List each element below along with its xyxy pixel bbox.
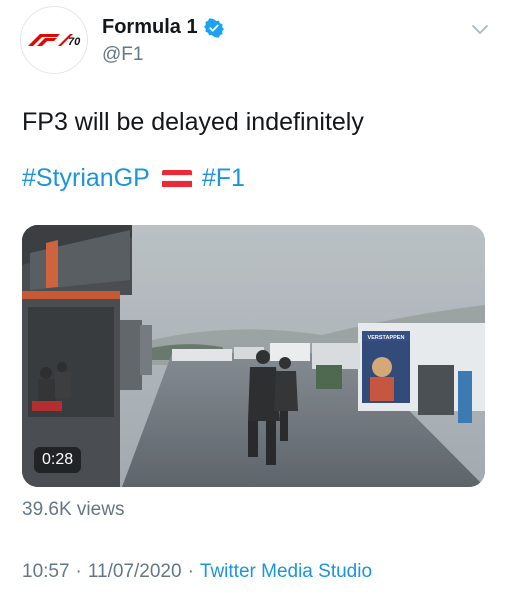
tweet-source-link[interactable]: Twitter Media Studio <box>200 561 372 583</box>
video-thumbnail: VERSTAPPEN <box>22 225 485 487</box>
author-handle[interactable]: @F1 <box>102 44 143 66</box>
tweet-text: FP3 will be delayed indefinitely <box>22 108 364 136</box>
name-row: Formula 1 <box>102 16 224 39</box>
f1-logo-icon: 70 <box>28 34 81 48</box>
separator: · <box>75 561 82 582</box>
tweet-time[interactable]: 10:57 <box>22 561 70 583</box>
video-player[interactable]: VERSTAPPEN 0:28 <box>22 225 485 487</box>
chevron-down-icon[interactable] <box>471 24 489 36</box>
austria-flag-icon <box>161 169 192 188</box>
verified-badge-icon <box>203 17 224 38</box>
video-duration-badge: 0:28 <box>34 447 82 473</box>
tweet-date[interactable]: 11/07/2020 <box>88 561 182 583</box>
hashtag-styriangp[interactable]: #StyrianGP <box>22 164 150 193</box>
separator: · <box>187 561 194 582</box>
avatar[interactable]: 70 <box>20 6 88 74</box>
hashtag-f1[interactable]: #F1 <box>202 164 245 193</box>
hashtag-row: #StyrianGP #F1 <box>22 164 245 193</box>
tweet-metadata: 10:57 · 11/07/2020 · Twitter Media Studi… <box>22 561 372 583</box>
tweet-header: 70 Formula 1 @F1 <box>20 6 495 78</box>
svg-text:70: 70 <box>68 36 81 48</box>
view-count: 39.6K views <box>22 499 125 520</box>
display-name[interactable]: Formula 1 <box>102 16 198 39</box>
